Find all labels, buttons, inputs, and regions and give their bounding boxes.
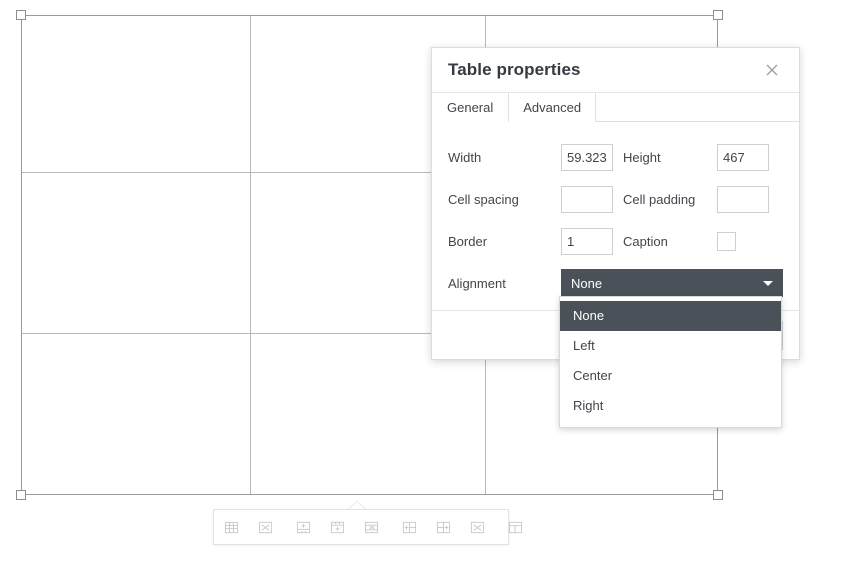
height-label: Height xyxy=(623,149,661,165)
delete-table-button[interactable] xyxy=(248,512,282,542)
alignment-option-left[interactable]: Left xyxy=(560,331,781,361)
cell-padding-label: Cell padding xyxy=(623,191,696,207)
toolbar-group-row xyxy=(286,510,388,544)
delete-column-button[interactable] xyxy=(460,512,494,542)
delete-row-button[interactable] xyxy=(354,512,388,542)
form-row-spacing-padding: Cell spacing Cell padding xyxy=(448,178,783,220)
chevron-down-icon xyxy=(763,280,773,286)
dialog-body: Width 59.323 Height 467 Cell spacing Cel… xyxy=(432,122,799,310)
insert-row-after-button[interactable] xyxy=(320,512,354,542)
column-insert-before-icon xyxy=(402,520,417,535)
row-insert-before-icon xyxy=(296,520,311,535)
table-column-separator xyxy=(250,16,251,494)
alignment-select-value: None xyxy=(571,275,603,291)
tab-general[interactable]: General xyxy=(432,93,509,123)
width-label: Width xyxy=(448,149,482,165)
caption-label: Caption xyxy=(623,233,668,249)
selection-handle-bottom-right[interactable] xyxy=(713,490,723,500)
cell-spacing-label: Cell spacing xyxy=(448,191,519,207)
row-delete-icon xyxy=(364,520,379,535)
table-properties-button[interactable] xyxy=(214,512,248,542)
insert-row-before-button[interactable] xyxy=(286,512,320,542)
cell-padding-input[interactable] xyxy=(717,185,769,213)
close-button[interactable] xyxy=(759,57,785,83)
alignment-option-center[interactable]: Center xyxy=(560,361,781,391)
dialog-header: Table properties xyxy=(432,48,799,93)
border-label: Border xyxy=(448,233,488,249)
alignment-option-right[interactable]: Right xyxy=(560,391,781,421)
form-row-border-caption: Border 1 Caption xyxy=(448,220,783,262)
insert-column-after-button[interactable] xyxy=(426,512,460,542)
insert-column-before-button[interactable] xyxy=(392,512,426,542)
height-input[interactable]: 467 xyxy=(717,143,769,171)
row-insert-after-icon xyxy=(330,520,345,535)
alignment-dropdown-list[interactable]: None Left Center Right xyxy=(559,296,782,428)
cell-properties-icon xyxy=(508,520,523,535)
toolbar-group-column xyxy=(392,510,494,544)
cell-spacing-input[interactable] xyxy=(561,185,613,213)
dialog-title: Table properties xyxy=(448,60,581,79)
close-icon xyxy=(765,63,779,77)
selection-handle-top-left[interactable] xyxy=(16,10,26,20)
cell-properties-button[interactable] xyxy=(498,512,532,542)
column-insert-after-icon xyxy=(436,520,451,535)
alignment-select[interactable]: None xyxy=(561,269,783,297)
column-delete-icon xyxy=(470,520,485,535)
alignment-option-none[interactable]: None xyxy=(560,301,781,331)
toolbar-group-table xyxy=(214,510,282,544)
table-delete-icon xyxy=(258,520,273,535)
tab-advanced[interactable]: Advanced xyxy=(508,93,597,122)
selection-handle-bottom-left[interactable] xyxy=(16,490,26,500)
table-icon xyxy=(224,520,239,535)
width-input[interactable]: 59.323 xyxy=(561,143,613,171)
form-row-width-height: Width 59.323 Height 467 xyxy=(448,136,783,178)
border-input[interactable]: 1 xyxy=(561,227,613,255)
toolbar-group-cell xyxy=(498,510,532,544)
selection-handle-top-right[interactable] xyxy=(713,10,723,20)
alignment-label: Alignment xyxy=(448,275,506,291)
dialog-tabs[interactable]: General Advanced xyxy=(432,93,799,123)
caption-checkbox[interactable] xyxy=(717,231,736,251)
table-context-toolbar[interactable] xyxy=(213,509,522,545)
